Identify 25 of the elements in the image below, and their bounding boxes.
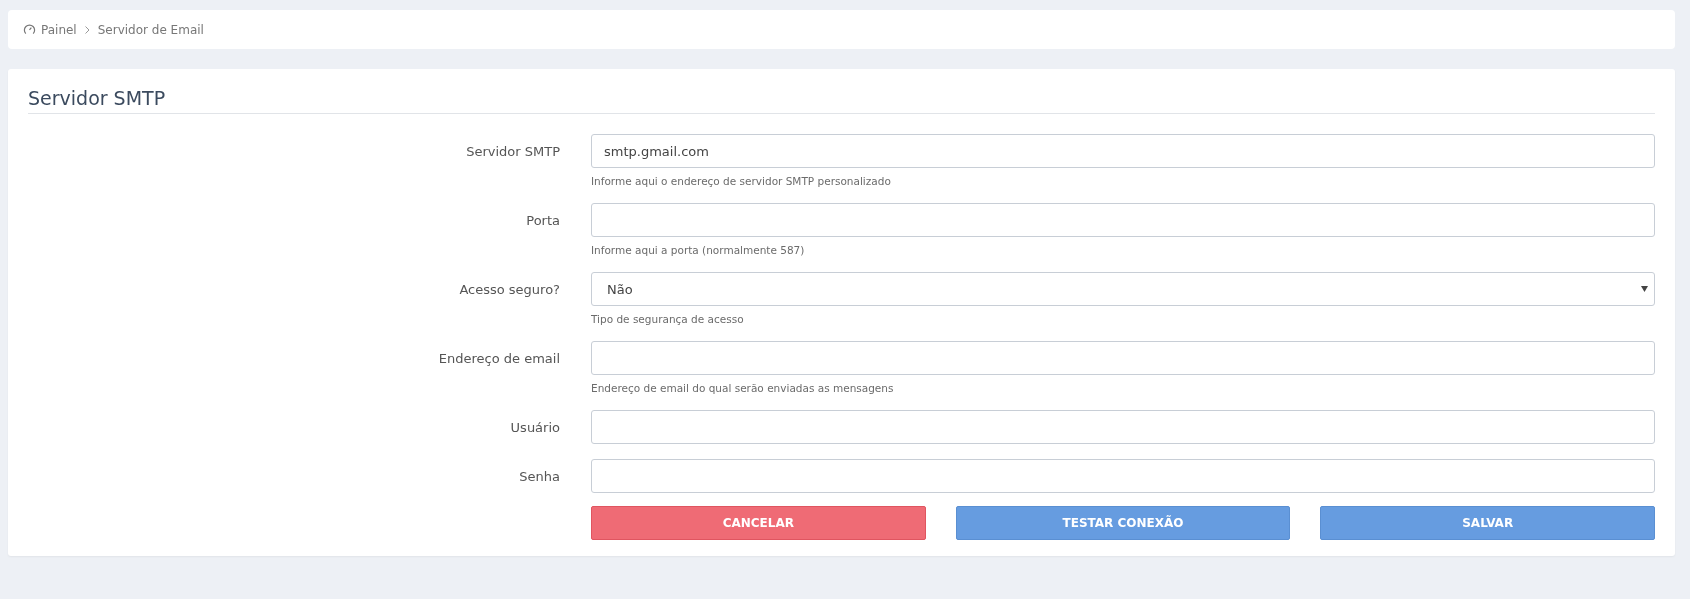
chevron-icon xyxy=(84,25,90,34)
field-label: Servidor SMTP xyxy=(466,143,560,159)
text-field[interactable] xyxy=(591,410,1655,444)
field-label: Acesso seguro? xyxy=(459,281,560,297)
action-button[interactable]: TESTAR CONEXÃO xyxy=(955,506,1291,540)
cancel-button[interactable]: CANCELAR xyxy=(591,506,926,540)
dropdown-caret-icon xyxy=(1641,286,1648,292)
secure-access-select[interactable]: Não xyxy=(591,272,1655,306)
text-field[interactable] xyxy=(591,203,1655,237)
field-label: Usuário xyxy=(510,419,560,435)
help-text: Informe aqui a porta (normalmente 587) xyxy=(591,244,805,256)
text-field[interactable] xyxy=(591,341,1655,375)
field-label: Endereço de email xyxy=(438,350,560,366)
breadcrumb-link[interactable]: Painel xyxy=(41,22,77,37)
section-title: Servidor SMTP xyxy=(28,87,1655,114)
action-button[interactable]: SALVAR xyxy=(1320,506,1655,540)
gauge-icon xyxy=(23,23,36,36)
help-text: Informe aqui o endereço de servidor SMTP personalizado xyxy=(591,175,891,187)
field-label: Porta xyxy=(526,212,560,228)
breadcrumb-link[interactable]: Servidor de Email xyxy=(97,22,204,37)
password-field[interactable] xyxy=(591,459,1655,493)
text-field[interactable]: smtp.gmail.com xyxy=(591,134,1655,168)
field-label: Senha xyxy=(519,468,560,484)
help-text: Tipo de segurança de acesso xyxy=(591,313,744,325)
help-text: Endereço de email do qual serão enviadas as mensagens xyxy=(591,382,894,394)
